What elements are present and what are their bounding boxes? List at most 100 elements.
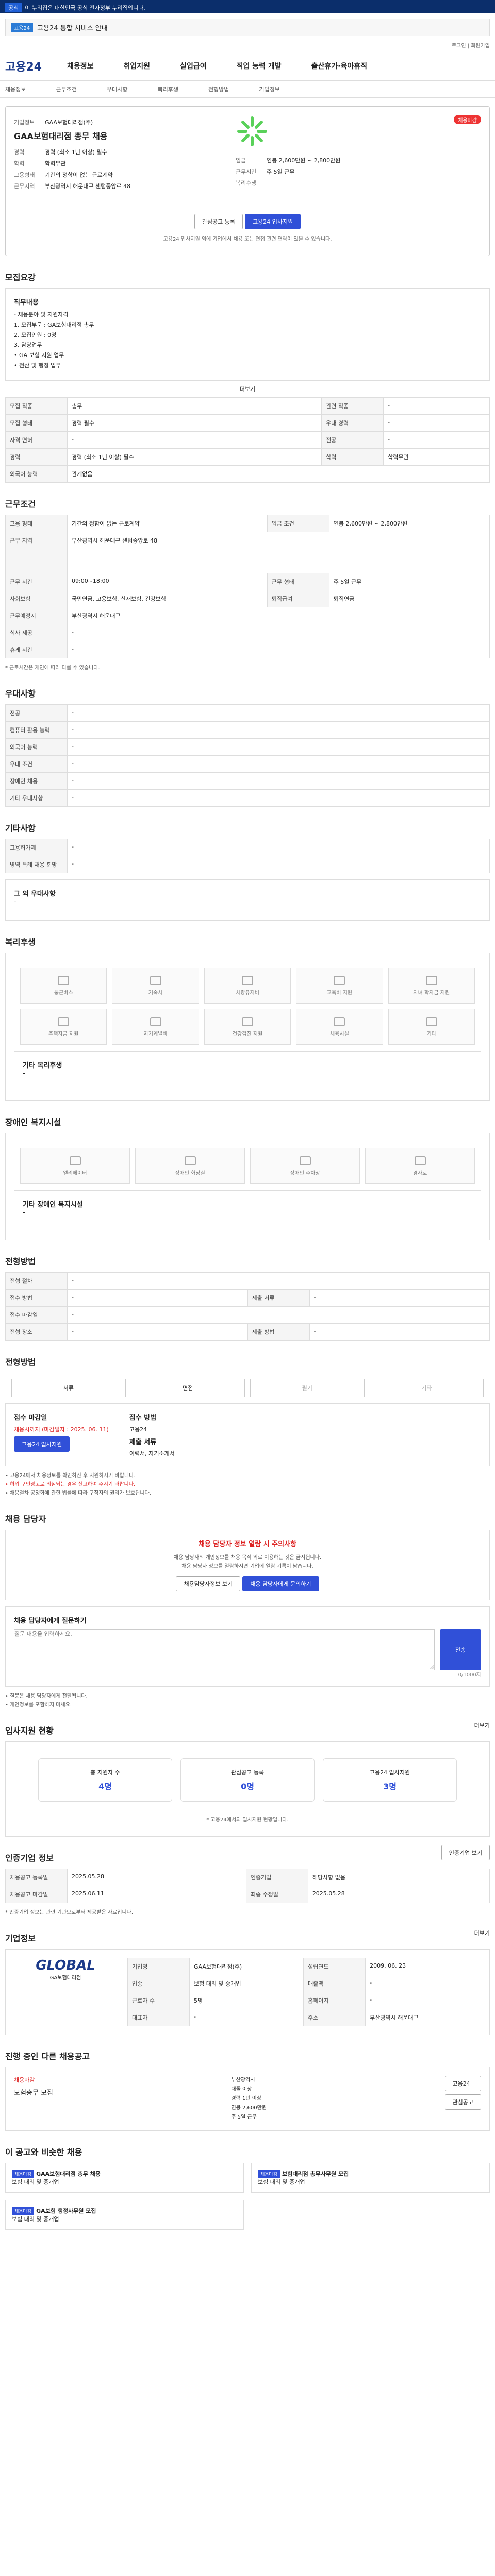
th: 식사 제공 bbox=[5, 624, 68, 641]
similar-item[interactable]: 채용마감 GAA보험대리점 총무 채용 보험 대리 및 중개업 bbox=[5, 2163, 244, 2193]
stat-label: 고용24 입사지원 bbox=[369, 1769, 410, 1776]
related-card[interactable]: 채용마감 보험총무 모집 부산광역시 대졸 이상 경력 1년 이상 연봉 2,6… bbox=[5, 2067, 490, 2131]
td: - bbox=[67, 789, 490, 807]
job-line: 1. 모집부문 : GA보험대리점 총무 bbox=[14, 321, 94, 328]
td: 기간의 정함이 없는 근로계약 bbox=[67, 515, 268, 532]
question-input[interactable] bbox=[14, 1629, 435, 1670]
related-info: 주 5일 근무 bbox=[231, 2114, 257, 2120]
work-value: 주 5일 근무 bbox=[267, 168, 295, 175]
th: 업종 bbox=[127, 1975, 190, 1992]
more-button[interactable]: 더보기 bbox=[5, 385, 490, 393]
td: - bbox=[67, 641, 490, 658]
similar-item[interactable]: 채용마감 GA보험 행정사무원 모집 보험 대리 및 중개업 bbox=[5, 2200, 244, 2230]
th: 전공 bbox=[5, 704, 68, 722]
nav-pref[interactable]: 우대사항 bbox=[107, 85, 127, 93]
contact-line: 채용 담당자 정보를 열람하시면 기업에 열람 기록이 남습니다. bbox=[182, 1564, 314, 1569]
row-value: 부산광역시 해운대구 센텀중앙로 48 bbox=[45, 183, 131, 190]
th: 기업명 bbox=[127, 1958, 190, 1975]
tip-line: • 개인정보를 포함하지 마세요. bbox=[5, 1702, 72, 1708]
facility-item: 장애인 주차장 bbox=[250, 1148, 360, 1184]
apply-button-2[interactable]: 고용24 입사지원 bbox=[14, 1436, 70, 1452]
related-apply[interactable]: 고용24 bbox=[444, 2076, 481, 2091]
menu-support[interactable]: 취업지원 bbox=[124, 61, 151, 71]
elevator-icon bbox=[69, 1156, 81, 1165]
bookmark-button[interactable]: 관심공고 등록 bbox=[194, 214, 243, 229]
house-icon bbox=[150, 975, 161, 985]
stat-label: 총 지원자 수 bbox=[90, 1769, 120, 1776]
gov-banner: 고용24 고용24 통합 서비스 안내 bbox=[0, 13, 495, 39]
ramp-icon bbox=[414, 1156, 426, 1165]
td: 부산광역시 해운대구 bbox=[365, 2009, 481, 2026]
cert-heading: 인증기업 정보 bbox=[5, 1853, 54, 1863]
nav-recruit[interactable]: 채용정보 bbox=[5, 85, 26, 93]
td: 해당사항 없음 bbox=[307, 1869, 490, 1886]
th: 외국어 능력 bbox=[5, 738, 68, 756]
cert-button[interactable]: 인증기업 보기 bbox=[441, 1845, 490, 1860]
th: 전형 장소 bbox=[5, 1323, 68, 1341]
deadline-label: 접수 마감일 bbox=[14, 1414, 47, 1422]
apply-button[interactable]: 고용24 입사지원 bbox=[245, 214, 301, 229]
company-more[interactable]: 더보기 bbox=[474, 1929, 490, 1937]
main-menu: 채용정보 취업지원 실업급여 직업 능력 개발 출산휴가·육아휴직 bbox=[67, 61, 367, 71]
row-value: 학력무관 bbox=[45, 160, 66, 167]
similar-list: 채용마감 GAA보험대리점 총무 채용 보험 대리 및 중개업 채용마감 보험대리점 … bbox=[5, 2163, 490, 2230]
nav-screen[interactable]: 전형방법 bbox=[208, 85, 229, 93]
job-line: 2. 모집인원 : 0명 bbox=[14, 331, 57, 338]
home-icon bbox=[58, 1016, 70, 1026]
td: GAA보험대리점(주) bbox=[189, 1958, 304, 1975]
menu-leave[interactable]: 출산휴가·육아휴직 bbox=[311, 61, 367, 71]
disabled-other-label: 기타 장애인 복지시설 bbox=[23, 1201, 83, 1209]
row-label: 근무지역 bbox=[14, 183, 35, 190]
pref-heading: 우대사항 bbox=[5, 689, 36, 699]
apply-box: 접수 마감일 채용시까지 (마감일자 : 2025. 06. 11) 고용24 입사… bbox=[5, 1403, 490, 1466]
status-more[interactable]: 더보기 bbox=[474, 1721, 490, 1730]
status-box: 총 지원자 수 4명 관심공고 등록 0명 고용24 입사지원 3명 * 고용24에서… bbox=[5, 1741, 490, 1837]
site-logo[interactable]: 고용24 bbox=[5, 58, 67, 74]
nav-welfare[interactable]: 복리후생 bbox=[157, 85, 178, 93]
welfare-item: 기숙사 bbox=[112, 968, 199, 1004]
pencil-icon bbox=[150, 1016, 161, 1026]
status-heading: 입사지원 현황 bbox=[5, 1726, 54, 1736]
method-label: 접수 방법 bbox=[129, 1414, 157, 1422]
th: 근무 형태 bbox=[267, 573, 329, 590]
td: - bbox=[309, 1323, 490, 1341]
nav-cond[interactable]: 근무조건 bbox=[56, 85, 76, 93]
job-line: - 채용분야 및 지원자격 bbox=[14, 311, 69, 318]
related-bookmark[interactable]: 관심공고 bbox=[444, 2094, 481, 2110]
td: - bbox=[67, 704, 490, 722]
td: 부산광역시 해운대구 bbox=[67, 607, 490, 624]
td: - bbox=[67, 755, 490, 773]
menu-recruit[interactable]: 채용정보 bbox=[67, 61, 94, 71]
similar-item[interactable]: 채용마감 보험대리점 총무사무원 모집 보험 대리 및 중개업 bbox=[251, 2163, 490, 2193]
view-contact-button[interactable]: 채용담당자정보 보기 bbox=[176, 1576, 241, 1591]
th: 제출 방법 bbox=[247, 1323, 310, 1341]
cond-table: 고용 형태 기간의 정함이 없는 근로계약 임금 조건 연봉 2,600만원 ~ 2,… bbox=[5, 515, 490, 658]
method-etc: 기타 bbox=[369, 1379, 484, 1397]
menu-benefit[interactable]: 실업급여 bbox=[180, 61, 207, 71]
similar-badge: 채용마감 bbox=[258, 2170, 280, 2178]
welfare-item: 주택자금 지원 bbox=[20, 1009, 107, 1045]
menu-training[interactable]: 직업 능력 개발 bbox=[237, 61, 282, 71]
signup-link[interactable]: 회원가입 bbox=[471, 43, 490, 49]
similar-heading: 이 공고와 비슷한 채용 bbox=[5, 2147, 82, 2157]
welfare-other-label: 기타 복리후생 bbox=[23, 1062, 62, 1070]
facility-label: 엘리베이터 bbox=[63, 1170, 87, 1176]
cond-heading: 근무조건 bbox=[5, 499, 36, 509]
related-status: 채용마감 bbox=[14, 2077, 35, 2083]
th: 학력 bbox=[321, 448, 384, 466]
welfare-label: 차량유지비 bbox=[235, 990, 259, 996]
job-line: • GA 보험 지원 업무 bbox=[14, 352, 64, 359]
th: 우대 조건 bbox=[5, 755, 68, 773]
welfare-item: 교육비 지원 bbox=[296, 968, 383, 1004]
gnb: 고용24 채용정보 취업지원 실업급여 직업 능력 개발 출산휴가·육아휴직 bbox=[0, 51, 495, 81]
toilet-icon bbox=[184, 1156, 196, 1165]
login-link[interactable]: 로그인 bbox=[452, 43, 466, 49]
ask-contact-button[interactable]: 채용 담당자에게 문의하기 bbox=[242, 1576, 319, 1591]
welfare-label: 교육비 지원 bbox=[326, 990, 352, 996]
nav-company[interactable]: 기업정보 bbox=[259, 85, 279, 93]
th: 근무 시간 bbox=[5, 573, 68, 590]
screen-table: 전형 절차 - 접수 방법 - 제출 서류 - 접수 마감일 - 전형 장소 - 제출 방법 - bbox=[5, 1272, 490, 1341]
recruit-table: 모집 직종 총무 관련 직종 - 모집 형태 경력 필수 우대 경력 - 자격 면허 - 전공 -… bbox=[5, 397, 490, 483]
td: 09:00~18:00 bbox=[67, 573, 268, 590]
send-button[interactable]: 전송 bbox=[440, 1629, 481, 1670]
